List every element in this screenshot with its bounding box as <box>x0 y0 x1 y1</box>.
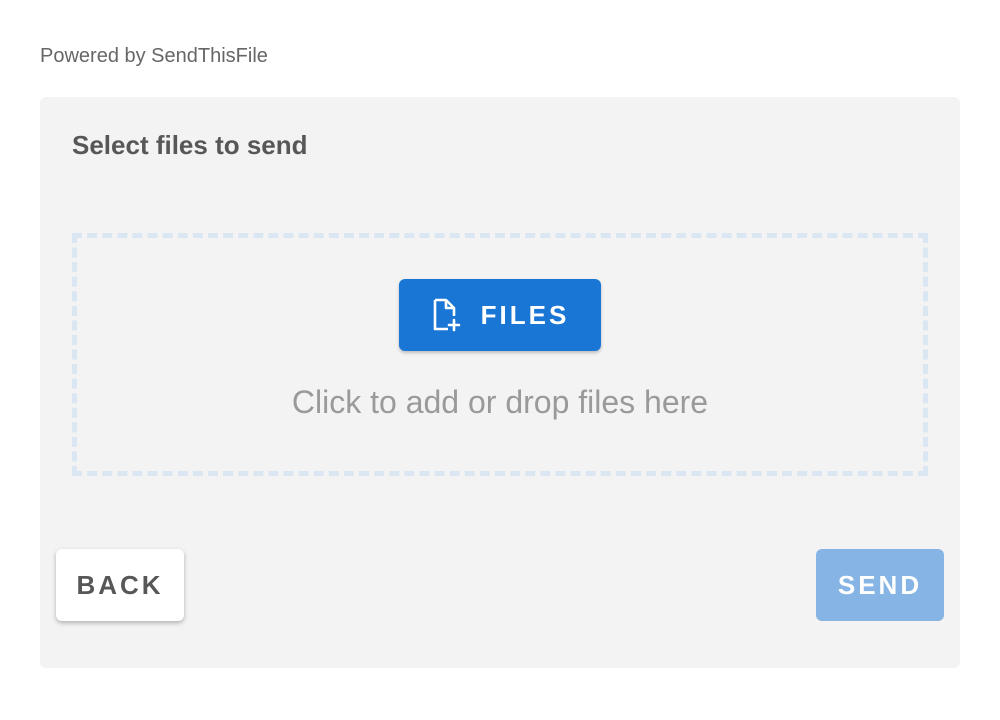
send-button[interactable]: SEND <box>816 549 944 621</box>
file-select-panel: Select files to send FILES Click to add … <box>40 97 960 668</box>
add-files-button[interactable]: FILES <box>399 279 601 351</box>
powered-by-text: Powered by SendThisFile <box>40 45 268 67</box>
panel-title: Select files to send <box>72 130 308 160</box>
file-add-icon <box>431 298 461 332</box>
add-files-button-label: FILES <box>480 299 570 330</box>
back-button[interactable]: BACK <box>56 549 184 621</box>
dropzone-hint: Click to add or drop files here <box>291 384 709 420</box>
file-dropzone[interactable]: FILES Click to add or drop files here <box>72 233 928 476</box>
